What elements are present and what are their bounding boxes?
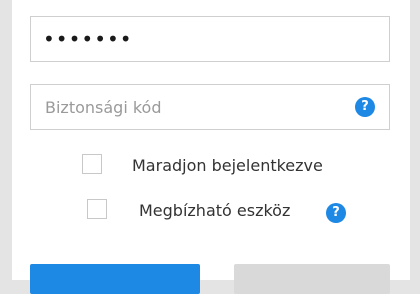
password-field[interactable]: ••••••• bbox=[30, 16, 390, 62]
security-code-placeholder: Biztonsági kód bbox=[45, 98, 162, 117]
trusted-device-label[interactable]: Megbízható eszköz bbox=[139, 201, 290, 221]
trusted-device-help-icon[interactable]: ? bbox=[326, 203, 346, 223]
password-masked-value: ••••••• bbox=[43, 27, 133, 51]
security-code-help-icon[interactable]: ? bbox=[355, 97, 375, 117]
remember-me-label[interactable]: Maradjon bejelentkezve bbox=[132, 156, 323, 176]
cancel-button[interactable] bbox=[234, 264, 390, 294]
security-code-field[interactable]: Biztonsági kód ? bbox=[30, 84, 390, 130]
trusted-device-checkbox[interactable] bbox=[87, 199, 107, 219]
login-form: ••••••• Biztonsági kód ? Maradjon bejele… bbox=[12, 0, 410, 294]
remember-me-checkbox[interactable] bbox=[82, 154, 102, 174]
login-button[interactable] bbox=[30, 264, 200, 294]
